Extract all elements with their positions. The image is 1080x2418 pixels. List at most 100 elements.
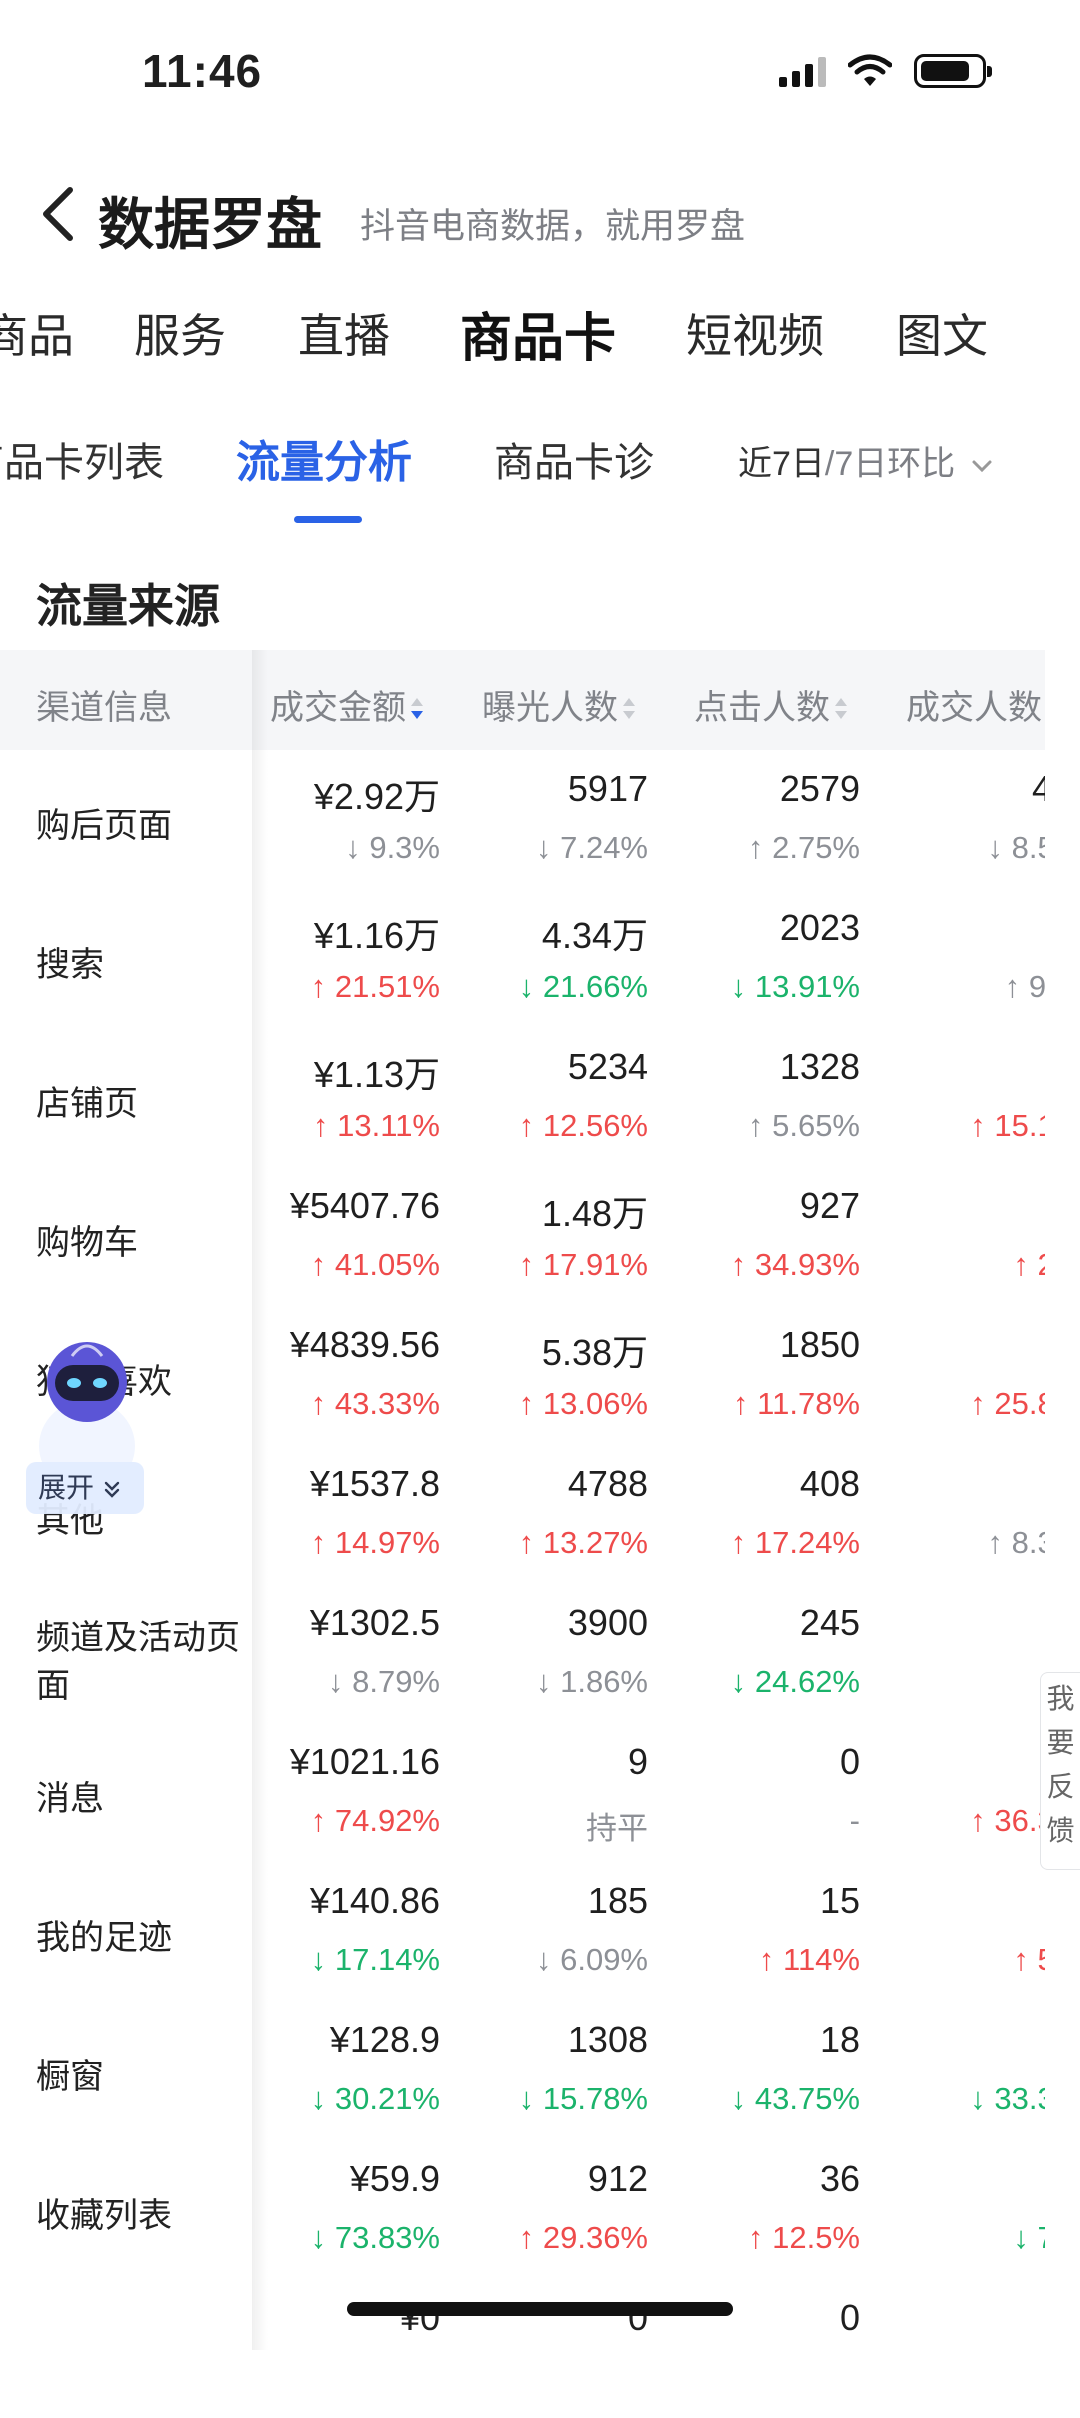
arrow-down-icon: ↓ [310, 2081, 335, 2116]
table-row[interactable]: 猜你喜欢¥4839.56↑ 43.33%5.38万↑ 13.06%1850↑ 1… [0, 1306, 1080, 1445]
amount-value: ¥59.9 [349, 2158, 440, 2199]
clicks-change-value: 5.65% [772, 1108, 860, 1143]
th-clicks[interactable]: 点击人数 [694, 680, 848, 729]
home-indicator[interactable] [347, 2302, 733, 2316]
exposure-change-value: 持平 [586, 1811, 648, 1846]
exposure-change: ↓ 6.09% [536, 1942, 648, 1978]
table-row[interactable]: 店铺页 ¥1.13万 ↑ 13.11% 5234 ↑ 12.56% 1328 ↑ 5.65%… [0, 1028, 1080, 1167]
channel-name: 消息 [36, 1780, 104, 1818]
tab-image-text[interactable]: 图文 [896, 300, 988, 366]
clicks-change-value: 43.75% [754, 2081, 860, 2116]
arrow-down-icon: ↓ [535, 830, 561, 865]
subtab-card-list[interactable]: 商品卡列表 [0, 430, 164, 488]
tab-product[interactable]: 商品 [0, 300, 74, 366]
back-arrow-icon[interactable] [30, 178, 90, 248]
exposure-value: 1.48万 [541, 1193, 648, 1234]
amount-change: ↑ 43.33% [311, 1386, 440, 1422]
amount-change: ↓ 9.3% [345, 830, 440, 866]
arrow-up-icon: ↑ [313, 1108, 338, 1143]
th-amount[interactable]: 成交金额 [270, 680, 424, 729]
exposure-value: 5234 [567, 1046, 648, 1087]
clicks-value: 0 [839, 1741, 860, 1782]
arrow-up-icon: ↑ [518, 1525, 543, 1560]
th-buyers[interactable]: 成交人数 [906, 680, 1042, 729]
amount-change-value: 21.51% [334, 969, 440, 1004]
double-chevron-down-icon [104, 1481, 119, 1498]
exposure-change: ↑ 13.27% [519, 1525, 648, 1561]
clicks-change: ↑ 2.75% [748, 830, 860, 866]
exposure-value: 185 [587, 1880, 648, 1921]
th-clicks-label: 点击人数 [694, 689, 830, 727]
subtab-card-diagnosis[interactable]: 商品卡诊 [494, 430, 664, 488]
sort-desc-icon [410, 697, 424, 723]
clicks-change-value: - [849, 1803, 860, 1838]
tab-product-card[interactable]: 商品卡 [460, 300, 616, 371]
arrow-up-icon: ↑ [730, 1247, 755, 1282]
tab-live[interactable]: 直播 [298, 300, 390, 366]
arrow-up-icon: ↑ [310, 1525, 335, 1560]
channel-name: 购后页面 [36, 807, 172, 845]
exposure-change: ↓ 7.24% [536, 830, 648, 866]
arrow-down-icon: ↓ [518, 969, 543, 1004]
table-row[interactable]: 频道及活动页面 ¥1302.5 ↓ 8.79% 3900 ↓ 1.86% 245 ↓ 24.… [0, 1584, 1080, 1723]
exposure-change: ↑ 17.91% [519, 1247, 648, 1283]
clicks-change-value: 24.62% [754, 1664, 860, 1699]
table-row[interactable]: 收藏列表 ¥59.9 ↓ 73.83% 912 ↑ 29.36% 36 ↑ 12.5% ↓ 7… [0, 2140, 1080, 2279]
amount-change-value: 73.83% [334, 2220, 440, 2255]
amount-value: ¥140.86 [309, 1880, 440, 1921]
clicks-value: 927 [799, 1185, 860, 1226]
amount-change-value: 41.05% [334, 1247, 440, 1282]
channel-name: 我的足迹 [36, 1919, 172, 1957]
table-row[interactable]: 橱窗 ¥128.9 ↓ 30.21% 1308 ↓ 15.78% 18 ↓ 43.75% ↓ … [0, 2001, 1080, 2140]
exposure-value: 5.38万 [541, 1332, 648, 1373]
cellular-signal-icon [779, 55, 826, 87]
clicks-change-value: 12.5% [772, 2220, 860, 2255]
table-row[interactable]: 购物车 ¥5407.76 ↑ 41.05% 1.48万 ↑ 17.91% 927 ↑ 34.… [0, 1167, 1080, 1306]
clicks-change: ↑ 17.24% [731, 1525, 860, 1561]
tab-service[interactable]: 服务 [134, 300, 226, 366]
exposure-change-value: 15.78% [542, 2081, 648, 2116]
chevron-down-icon [972, 460, 992, 473]
clicks-change: ↑ 34.93% [731, 1247, 860, 1283]
subtab-traffic-analysis[interactable]: 流量分析 [236, 430, 412, 490]
clicks-change-value: 13.91% [754, 969, 860, 1004]
amount-change-value: 14.97% [334, 1525, 440, 1560]
amount-change: ↑ 14.97% [311, 1525, 440, 1561]
exposure-value: 1308 [567, 2019, 648, 2060]
table-row[interactable]: 我的足迹¥140.86↓ 17.14%185↓ 6.09%15↑ 114%↑ 5… [0, 1862, 1080, 2001]
table-row[interactable]: 购后页面¥2.92万↓ 9.3%5917↓ 7.24%2579↑ 2.75%44… [0, 750, 1080, 889]
arrow-up-icon: ↑ [730, 1525, 755, 1560]
th-exposure[interactable]: 曝光人数 [482, 680, 636, 729]
channel-name: 收藏列表 [36, 2197, 172, 2235]
clicks-value: 245 [799, 1602, 860, 1643]
amount-change: ↓ 30.21% [311, 2081, 440, 2117]
exposure-change: ↑ 12.56% [519, 1108, 648, 1144]
table-row[interactable]: 其他 ¥1537.8 ↑ 14.97% 4788 ↑ 13.27% 408 ↑ 17.24%… [0, 1445, 1080, 1584]
clicks-change: ↑ 11.78% [733, 1386, 860, 1422]
expand-label: 展开 [38, 1472, 95, 1503]
section-title: 流量来源 [36, 580, 220, 632]
arrow-up-icon: ↑ [518, 2220, 543, 2255]
th-exposure-label: 曝光人数 [482, 689, 618, 727]
assistant-expand-button[interactable]: 展开 [26, 1462, 144, 1514]
th-channel: 渠道信息 [36, 689, 172, 727]
clicks-change: - [850, 1803, 860, 1839]
date-filter-dropdown[interactable]: 近7日/7日环比 [738, 436, 993, 485]
exposure-change-value: 17.91% [542, 1247, 648, 1282]
channel-name: 频道及活动页面 [36, 1619, 240, 1705]
table-row[interactable]: 搜索 ¥1.16万 ↑ 21.51% 4.34万 ↓ 21.66% 2023 ↓ 13.91… [0, 889, 1080, 1028]
exposure-value: 3900 [567, 1602, 648, 1643]
clicks-change-value: 34.93% [754, 1247, 860, 1282]
tab-short-video[interactable]: 短视频 [686, 300, 824, 366]
amount-change: ↑ 74.92% [311, 1803, 440, 1839]
exposure-change: ↑ 29.36% [519, 2220, 648, 2256]
amount-change: ↓ 8.79% [328, 1664, 440, 1700]
clicks-value: 1850 [779, 1324, 860, 1365]
amount-value: ¥1302.5 [309, 1602, 440, 1643]
feedback-button[interactable]: 我要反馈 [1040, 1672, 1080, 1870]
arrow-up-icon: ↑ [518, 1386, 543, 1421]
clicks-change-value: 114% [783, 1942, 860, 1977]
amount-value: ¥1.13万 [313, 1054, 440, 1095]
table-row[interactable]: ¥0 0 0 [0, 2279, 1080, 2418]
table-row[interactable]: 消息 ¥1021.16 ↑ 74.92% 9 持平 0- ↑ 36.36 [0, 1723, 1080, 1862]
